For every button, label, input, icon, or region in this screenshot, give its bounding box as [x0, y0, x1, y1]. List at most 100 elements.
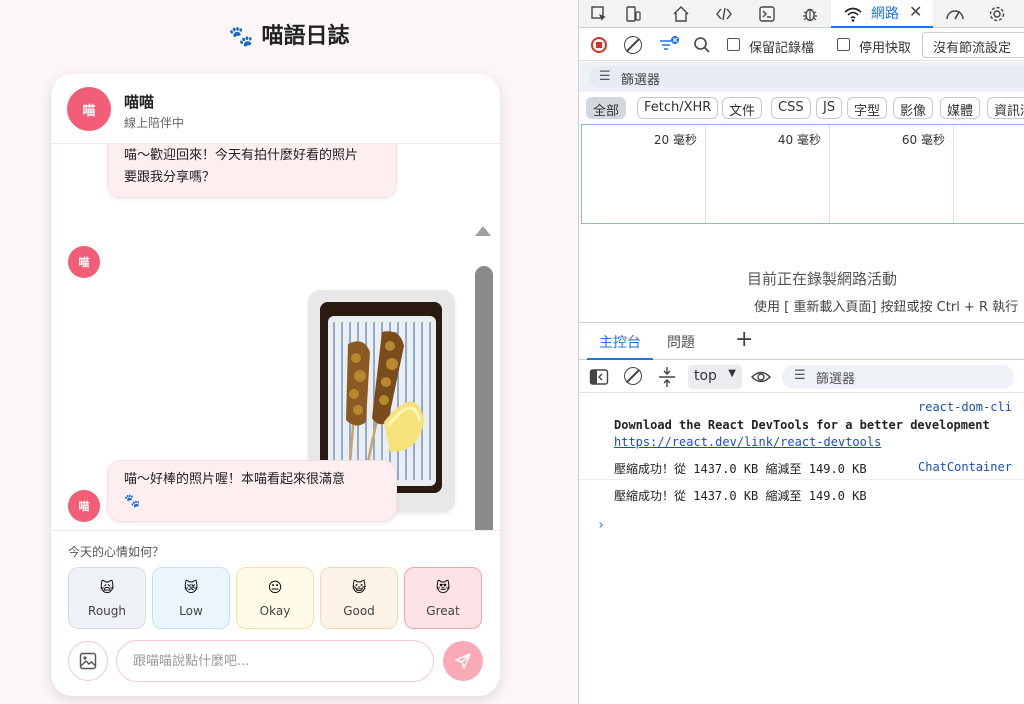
type-filter-css[interactable]: CSS [771, 97, 811, 119]
console-icon[interactable] [757, 4, 777, 24]
home-icon[interactable] [671, 4, 691, 24]
mood-emoji: 😺 [351, 580, 367, 596]
log-value: 1437.0 KB [693, 489, 759, 503]
settings-icon[interactable] [987, 4, 1007, 24]
add-tab-icon[interactable]: + [735, 327, 753, 352]
throttle-select[interactable]: 沒有節流設定 [922, 32, 1024, 58]
avatar: 喵 [68, 246, 100, 278]
devtools-panel: 網路 ✕ 保留記錄檔 停用快取 沒有節流設定 ☰ 篩選器 全部 Fetch/XH… [578, 0, 1024, 704]
console-log: 壓縮成功！從 1437.0 KB 縮減至 149.0 KB [614, 487, 867, 504]
search-icon [694, 37, 710, 53]
mood-picker: 今天的心情如何？ 🙀 Rough 😿 Low 😐 Okay 😺 Good 😻 G… [51, 530, 500, 630]
tab-console[interactable]: 主控台 [587, 323, 653, 360]
console-source-link[interactable]: react-dom-cli [918, 400, 1012, 414]
disable-cache-label: 停用快取 [859, 41, 912, 56]
scrollbar-thumb[interactable] [475, 266, 493, 530]
timeline-column: 20 毫秒 [582, 125, 706, 223]
network-filter-input[interactable]: ☰ 篩選器 [589, 66, 1024, 88]
log-text: 縮減至 [765, 462, 802, 476]
inspect-element-icon[interactable] [589, 4, 609, 24]
context-select[interactable]: top ▼ [688, 365, 742, 389]
network-filter-placeholder: 篩選器 [621, 73, 661, 88]
mood-emoji: 🙀 [99, 580, 115, 596]
send-button[interactable] [443, 641, 483, 681]
contact-name: 喵喵 [124, 93, 155, 111]
performance-icon[interactable] [945, 4, 965, 24]
resource-type-filters: 全部 Fetch/XHR 文件 CSS JS 字型 影像 媒體 資訊清 [579, 93, 1024, 123]
mood-button-rough[interactable]: 🙀 Rough [68, 567, 146, 629]
type-filter-font[interactable]: 字型 [847, 97, 888, 119]
type-filter-media[interactable]: 媒體 [940, 97, 981, 119]
collapse-icon [659, 367, 675, 387]
scroll-up-arrow[interactable] [475, 226, 491, 236]
filter-lines-icon: ☰ [794, 368, 806, 383]
eye-icon [751, 371, 771, 383]
console-output[interactable]: react-dom-cli Download the React DevTool… [579, 394, 1024, 704]
console-message: Download the React DevTools for a better… [614, 418, 990, 432]
network-filter-bar: ☰ 篩選器 [579, 62, 1024, 92]
chevron-down-icon: ▼ [728, 368, 736, 379]
contact-status: 線上陪伴中 [124, 116, 185, 130]
network-timeline[interactable]: 20 毫秒 40 毫秒 60 毫秒 [581, 124, 1024, 224]
disable-cache-checkbox[interactable] [837, 38, 850, 51]
mood-button-low[interactable]: 😿 Low [152, 567, 230, 629]
filter-toggle-button[interactable] [659, 35, 681, 59]
mood-button-good[interactable]: 😺 Good [320, 567, 398, 629]
type-filter-manifest[interactable]: 資訊清 [987, 97, 1024, 119]
avatar: 喵 [68, 490, 100, 522]
elements-icon[interactable] [714, 4, 734, 24]
timeline-tick: 40 毫秒 [777, 133, 821, 147]
console-filter-placeholder: 篩選器 [816, 372, 856, 387]
chat-card: 喵 喵喵 線上陪伴中 喵～歡迎回來！今天有拍什麼好看的照片 要跟我分享嗎？ 喵 [51, 74, 500, 696]
search-button[interactable] [693, 36, 711, 58]
mood-label: Good [343, 604, 375, 618]
record-icon [596, 42, 602, 48]
mood-emoji: 😿 [183, 580, 199, 596]
clear-icon [625, 369, 640, 383]
message-text: 喵～好棒的照片喔！本喵看起來很滿意 [124, 472, 346, 487]
mood-emoji: 😐 [267, 580, 283, 596]
composer [51, 630, 500, 696]
type-filter-all[interactable]: 全部 [586, 97, 627, 119]
console-filter-input[interactable]: ☰ 篩選器 [782, 365, 1014, 389]
device-toolbar-icon[interactable] [623, 4, 643, 24]
mood-button-great[interactable]: 😻 Great [404, 567, 482, 629]
bug-icon[interactable] [800, 4, 820, 24]
type-filter-fetch[interactable]: Fetch/XHR [637, 97, 719, 119]
mood-emoji: 😻 [435, 580, 451, 596]
tab-network[interactable]: 網路 ✕ [831, 0, 933, 28]
mood-label: Great [426, 604, 460, 618]
record-button[interactable] [591, 37, 607, 53]
close-icon[interactable]: ✕ [909, 2, 922, 21]
context-select-value: top [694, 368, 717, 384]
attach-image-button[interactable] [68, 641, 108, 681]
clear-icon [625, 38, 640, 52]
console-prompt-icon[interactable]: › [597, 518, 605, 533]
message-input[interactable] [116, 640, 434, 682]
type-filter-doc[interactable]: 文件 [722, 97, 763, 119]
mood-button-okay[interactable]: 😐 Okay [236, 567, 314, 629]
message-list[interactable]: 喵～歡迎回來！今天有拍什麼好看的照片 要跟我分享嗎？ 喵 喵～好棒的照片喔！本喵… [51, 144, 500, 530]
filter-icon [660, 36, 679, 50]
clear-button[interactable] [624, 36, 642, 54]
paw-icon: 🐾 [228, 24, 254, 48]
log-text: 壓縮成功！從 [614, 462, 687, 476]
group-similar-button[interactable] [658, 366, 676, 392]
chat-app: 🐾 喵語日誌 喵 喵喵 線上陪伴中 喵～歡迎回來！今天有拍什麼好看的照片 要跟我分… [0, 0, 578, 704]
divider [579, 479, 1024, 480]
timeline-tick: 20 毫秒 [653, 133, 697, 147]
console-source-link[interactable]: ChatContainer [918, 460, 1012, 474]
clear-console-button[interactable] [624, 367, 642, 385]
message-text: 要跟我分享嗎？ [124, 170, 216, 185]
preserve-log-checkbox[interactable] [727, 38, 740, 51]
type-filter-img[interactable]: 影像 [893, 97, 934, 119]
sidebar-toggle-button[interactable] [589, 368, 609, 390]
page-title-text: 喵語日誌 [261, 24, 350, 49]
timeline-tick: 60 毫秒 [901, 133, 945, 147]
avatar: 喵 [67, 87, 111, 131]
live-expression-button[interactable] [751, 368, 771, 390]
tab-issues[interactable]: 問題 [655, 323, 707, 360]
react-devtools-link[interactable]: https://react.dev/link/react-devtools [614, 435, 881, 449]
timeline-column: 40 毫秒 [706, 125, 830, 223]
type-filter-js[interactable]: JS [816, 97, 843, 119]
